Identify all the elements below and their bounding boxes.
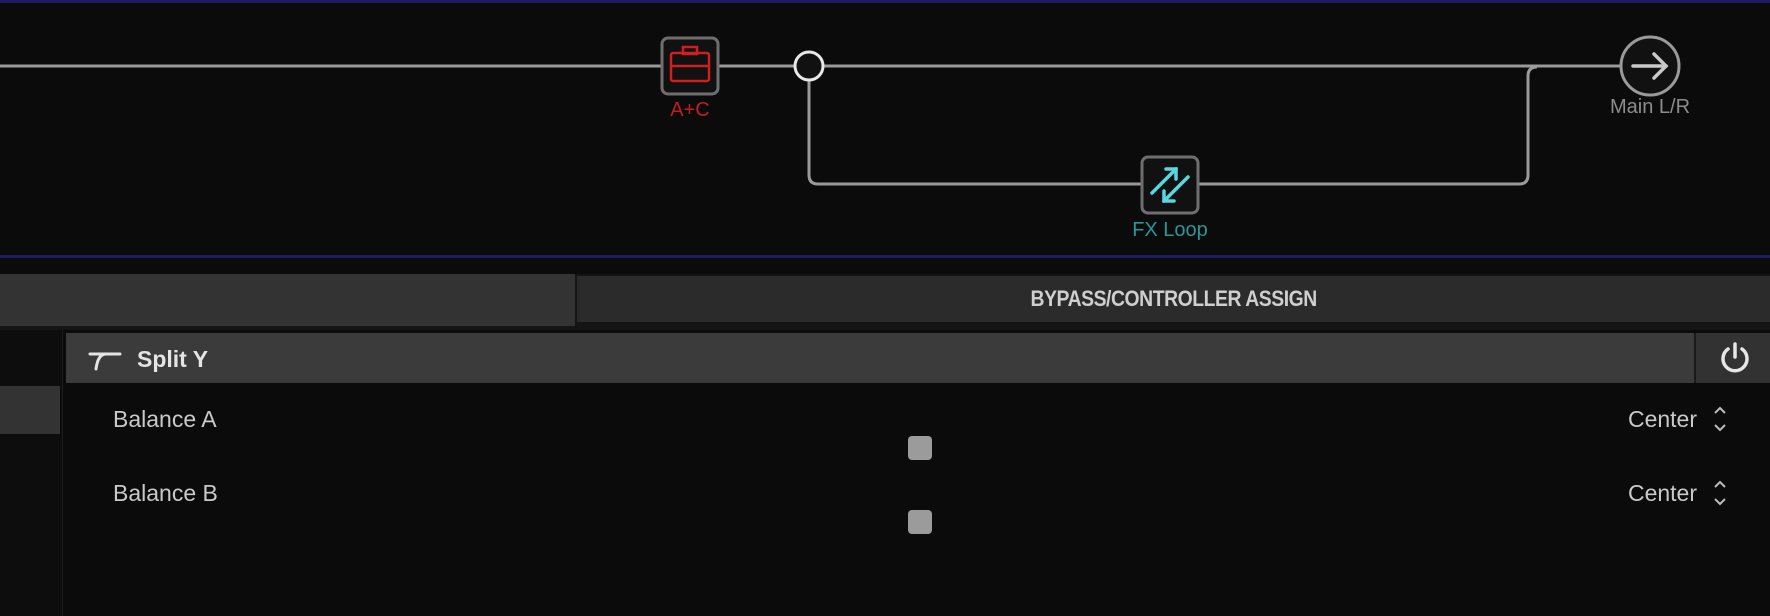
param-label-balance-a: Balance A <box>113 406 217 432</box>
block-list-column <box>0 330 63 616</box>
amp-cab-label: A+C <box>670 99 710 121</box>
main-output-node[interactable] <box>1619 35 1681 97</box>
selected-block-indicator[interactable] <box>0 386 60 434</box>
split-y-icon <box>88 352 122 371</box>
signal-flow-panel: A+C FX Loop Main L/R <box>0 0 1770 258</box>
stepper-balance-b-icon[interactable] <box>1712 478 1728 508</box>
tab-parameters[interactable] <box>0 274 575 326</box>
block-power-button[interactable] <box>1694 333 1770 383</box>
param-value-balance-b[interactable]: Center <box>1628 480 1697 507</box>
slider-thumb-balance-b[interactable] <box>908 510 932 534</box>
stepper-balance-a-icon[interactable] <box>1712 404 1728 434</box>
block-title: Split Y <box>137 346 209 372</box>
param-value-balance-a[interactable]: Center <box>1628 406 1697 433</box>
tab-bar: BYPASS/CONTROLLER ASSIGN <box>0 274 1770 330</box>
block-header: Split Y <box>66 333 1770 383</box>
split-node[interactable] <box>793 50 825 82</box>
main-output-label: Main L/R <box>1609 96 1691 118</box>
param-label-balance-b: Balance B <box>113 480 218 506</box>
tab-bypass-label: BYPASS/CONTROLLER ASSIGN <box>1030 286 1317 311</box>
amp-cab-block[interactable] <box>660 36 720 96</box>
split-node-icon <box>793 50 825 82</box>
signal-path <box>0 35 1681 215</box>
tab-bypass-controller-assign[interactable]: BYPASS/CONTROLLER ASSIGN <box>575 274 1770 324</box>
power-icon <box>1721 342 1749 373</box>
fx-loop-block[interactable] <box>1140 155 1200 215</box>
slider-thumb-balance-a[interactable] <box>908 436 932 460</box>
fx-loop-label: FX Loop <box>1132 219 1208 241</box>
